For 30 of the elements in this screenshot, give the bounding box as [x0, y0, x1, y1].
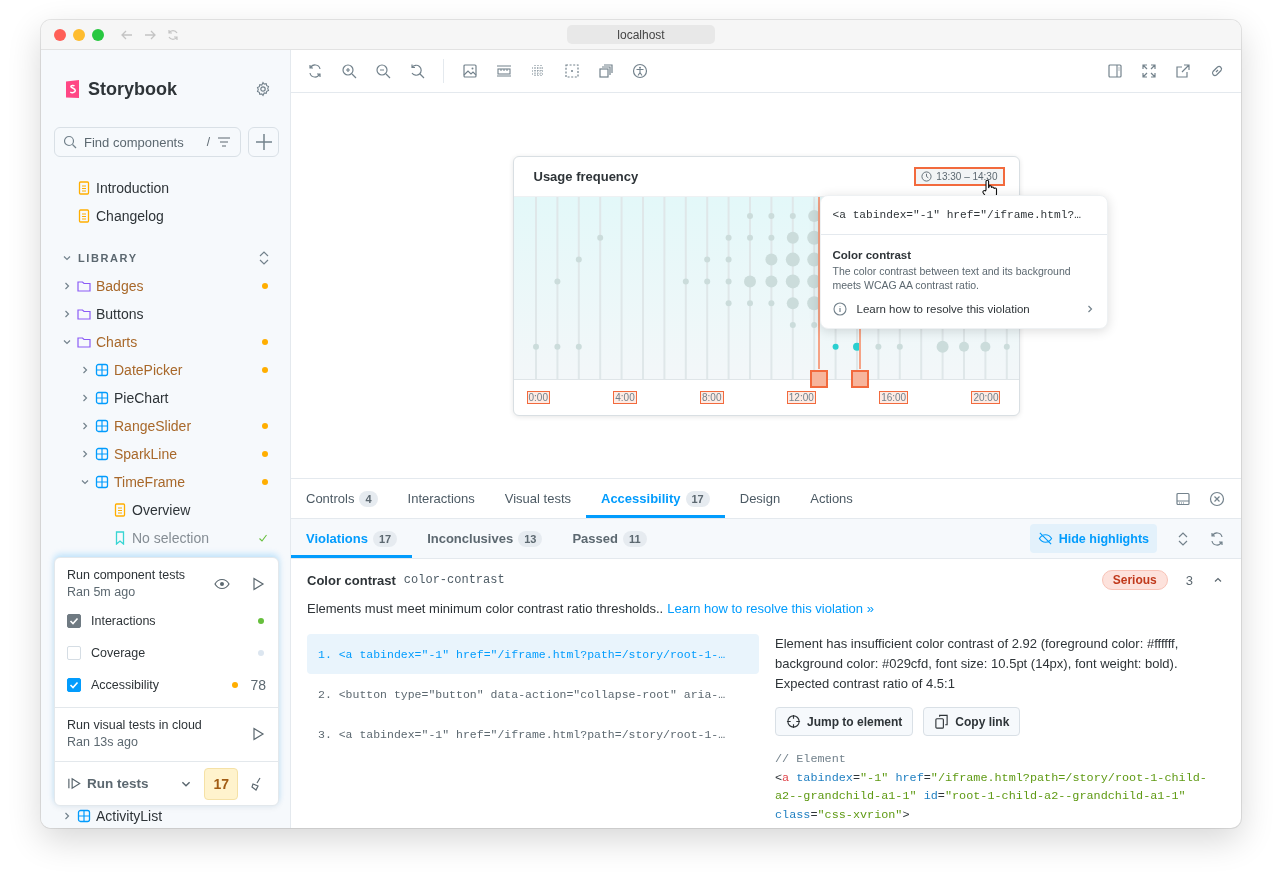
code-comment: // Element [775, 751, 847, 768]
element-code: <a tabindex="-1" href="/iframe.html?… [820, 195, 1107, 235]
axis-label: 0:00 [526, 390, 550, 404]
violation-detail: Element has insufficient color contrast of 2.92 (foreground color: #ffffff, background color: #029cfd, font size: 10.5pt (14px), font weight: bold). Expected contrast ratio of 4.5:1 [775, 635, 1180, 693]
rule-description: The color contrast between text and its background meets WCAG AA contrast ratio. [832, 263, 1072, 292]
axis-label: 20:00 [971, 390, 1001, 404]
brand-name: Storybook [88, 78, 178, 100]
panel-title: Run component tests [67, 568, 187, 582]
node-count: 3 [1185, 572, 1193, 588]
axis-label: 16:00 [879, 390, 909, 404]
rule-title: Color contrast [307, 572, 396, 588]
code-line: class="css-xvrion"> [775, 806, 911, 824]
last-run-time: Ran 13s ago [67, 735, 139, 749]
issue-count: 78 [250, 677, 266, 693]
option-label: Interactions [91, 614, 157, 628]
rule-id: color-contrast [403, 573, 505, 587]
option-label: Coverage [91, 646, 147, 660]
shortcut-hint: / [206, 135, 210, 149]
severity-badge: Serious [1101, 570, 1168, 590]
rule-description: Elements must meet minimum color contrast ratio thresholds.. [307, 601, 664, 616]
last-run-time: Ran 5m ago [67, 585, 137, 599]
rule-title: Color contrast [832, 248, 913, 261]
axis-label: 12:00 [786, 390, 816, 404]
axis-label: 4:00 [613, 390, 637, 404]
panel-title: Run visual tests in cloud [67, 718, 203, 732]
code-line: <a tabindex="-1" href="/iframe.html?path=/story/root-1-child- [775, 769, 1208, 787]
option-label: Accessibility [91, 678, 161, 692]
card-title: Usage frequency [533, 168, 639, 184]
axis-label: 8:00 [700, 390, 724, 404]
code-line: a2--grandchild-a1-1" id="root-1-child-a2--grandchild-a1-1" [775, 788, 1187, 805]
